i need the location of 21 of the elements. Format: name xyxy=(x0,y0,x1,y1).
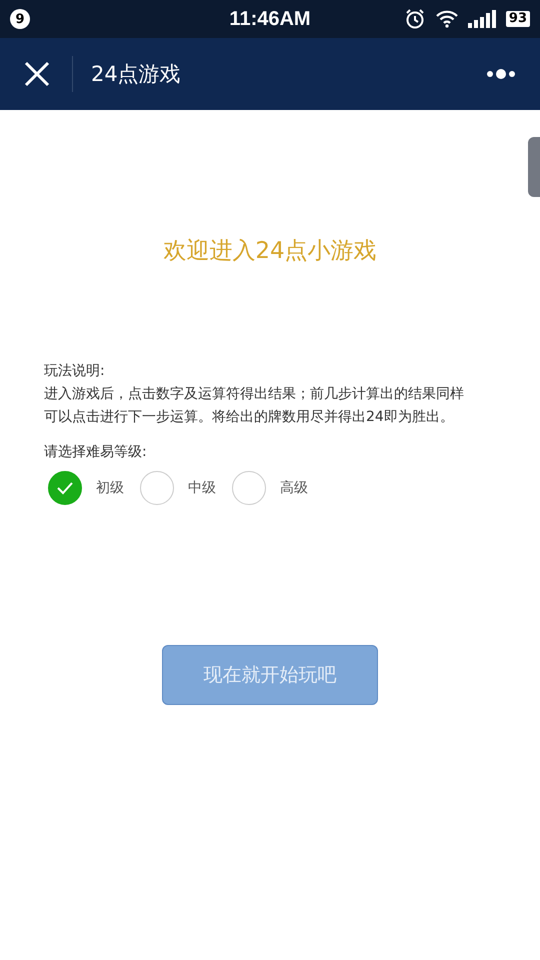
page-title: 24点游戏 xyxy=(91,61,181,88)
battery-level: 93 xyxy=(506,11,530,27)
difficulty-option[interactable]: 高级 xyxy=(280,479,312,497)
status-time: 11:46AM xyxy=(228,8,312,30)
more-icon[interactable] xyxy=(486,68,516,80)
close-icon[interactable] xyxy=(24,61,50,87)
notification-badge: 9 xyxy=(10,9,30,29)
signal-icon xyxy=(468,10,496,28)
wifi-icon xyxy=(436,10,458,28)
difficulty-option[interactable]: 初级 xyxy=(96,479,128,497)
check-icon xyxy=(56,481,74,495)
instructions-heading: 玩法说明: xyxy=(44,362,106,381)
radio-button[interactable] xyxy=(232,471,266,505)
alarm-icon xyxy=(404,8,426,30)
side-handle[interactable] xyxy=(528,137,540,197)
welcome-title: 欢迎进入24点小游戏 xyxy=(162,237,378,266)
radio-button[interactable] xyxy=(48,471,82,505)
radio-button[interactable] xyxy=(140,471,174,505)
difficulty-label: 请选择难易等级: xyxy=(44,443,148,461)
difficulty-option[interactable]: 中级 xyxy=(188,479,220,497)
instructions-text: 进入游戏后，点击数字及运算符得出结果；前几步计算出的结果同样可以点击进行下一步运算。将给出的牌数用尽并得出24即为胜出。 xyxy=(44,385,465,427)
